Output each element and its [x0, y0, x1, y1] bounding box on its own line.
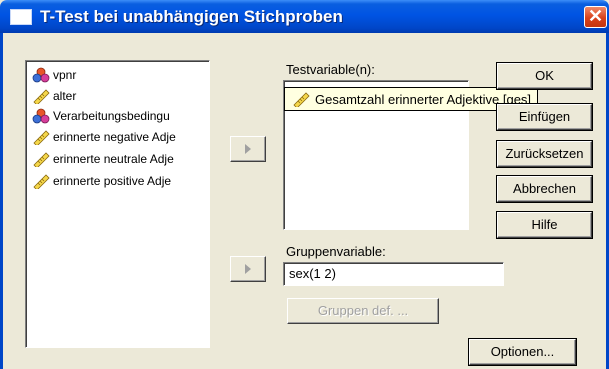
- arrow-right-icon: [245, 264, 251, 274]
- move-to-test-variables-button[interactable]: [230, 136, 266, 162]
- variable-item[interactable]: erinnerte positive Adje: [32, 171, 171, 191]
- variable-label: Verarbeitungsbedingu: [53, 109, 170, 123]
- close-button[interactable]: ✕: [584, 6, 607, 28]
- reset-button[interactable]: Zurücksetzen: [497, 141, 592, 167]
- scale-variable-icon: [33, 152, 50, 167]
- grouping-variable-label: Gruppenvariable:: [286, 244, 386, 259]
- nominal-variable-icon: [32, 108, 50, 124]
- help-button[interactable]: Hilfe: [497, 212, 592, 238]
- source-variable-list[interactable]: vpnr alter Verarbeitungsbedingu erinnert…: [25, 60, 210, 348]
- variable-label: erinnerte neutrale Adje: [53, 152, 174, 166]
- window-frame-left: [0, 33, 3, 369]
- scale-variable-icon: [293, 92, 310, 107]
- scale-variable-icon: [33, 89, 50, 104]
- arrow-right-icon: [245, 144, 251, 154]
- variable-label: erinnerte positive Adje: [53, 174, 172, 188]
- variable-label: alter: [53, 89, 77, 103]
- window-title: T-Test bei unabhängigen Stichproben: [40, 7, 343, 26]
- window-icon: [10, 9, 32, 25]
- scale-variable-icon: [33, 130, 50, 145]
- cancel-button[interactable]: Abbrechen: [497, 176, 592, 202]
- scale-variable-icon: [33, 174, 50, 189]
- test-variables-label: Testvariable(n):: [286, 62, 375, 77]
- grouping-variable-field[interactable]: sex(1 2): [283, 262, 504, 286]
- move-to-grouping-variable-button[interactable]: [230, 256, 266, 282]
- variable-item[interactable]: alter: [32, 86, 76, 106]
- options-button[interactable]: Optionen...: [469, 339, 576, 365]
- variable-item[interactable]: erinnerte neutrale Adje: [32, 149, 174, 169]
- variable-label: erinnerte negative Adje: [53, 130, 176, 144]
- variable-item[interactable]: vpnr: [32, 65, 76, 85]
- title-bar[interactable]: T-Test bei unabhängigen Stichproben ✕: [0, 0, 609, 33]
- variable-item[interactable]: erinnerte negative Adje: [32, 127, 176, 147]
- variable-item[interactable]: Verarbeitungsbedingu: [32, 106, 170, 126]
- variable-label: vpnr: [53, 68, 77, 82]
- paste-button[interactable]: Einfügen: [497, 104, 592, 130]
- ok-button[interactable]: OK: [497, 63, 592, 89]
- nominal-variable-icon: [32, 67, 50, 83]
- define-groups-button[interactable]: Gruppen def. ...: [287, 298, 439, 324]
